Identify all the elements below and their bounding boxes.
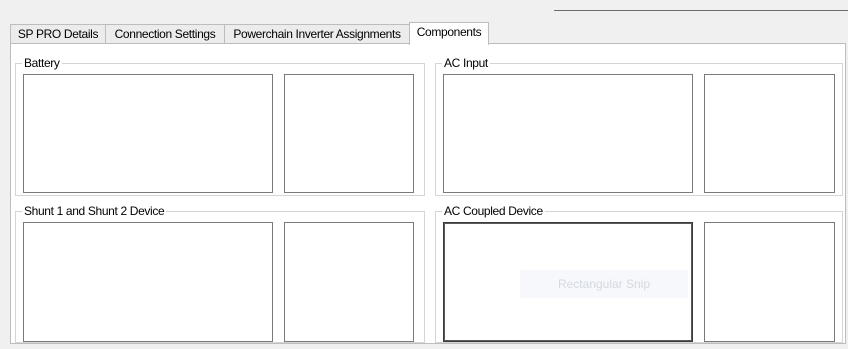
shunt-main-panel[interactable] xyxy=(23,222,273,342)
ac-coupled-group-title: AC Coupled Device xyxy=(442,203,545,219)
battery-group-title: Battery xyxy=(22,55,62,71)
ac-input-side-panel[interactable] xyxy=(704,74,835,193)
ac-input-main-panel[interactable] xyxy=(443,74,693,193)
battery-side-panel[interactable] xyxy=(284,74,414,193)
snip-overlay-hint: Rectangular Snip xyxy=(520,270,688,298)
tab-connection-settings[interactable]: Connection Settings xyxy=(105,24,225,44)
shunt-side-panel[interactable] xyxy=(284,222,414,342)
ac-input-group: AC Input xyxy=(435,55,843,196)
tab-sp-pro-details[interactable]: SP PRO Details xyxy=(10,24,106,44)
tab-powerchain-inverter-assignments[interactable]: Powerchain Inverter Assignments xyxy=(224,24,410,44)
battery-group: Battery xyxy=(15,55,425,196)
ac-input-group-title: AC Input xyxy=(442,55,490,71)
shunt-group-title: Shunt 1 and Shunt 2 Device xyxy=(22,203,167,219)
shunt-group: Shunt 1 and Shunt 2 Device xyxy=(15,203,425,343)
components-tab-page: Battery AC Input Shunt 1 and Shunt 2 Dev… xyxy=(10,43,846,344)
ac-coupled-side-panel[interactable] xyxy=(704,222,835,342)
top-input-underline xyxy=(554,10,848,11)
battery-main-panel[interactable] xyxy=(23,74,273,193)
tab-components[interactable]: Components xyxy=(409,22,489,45)
